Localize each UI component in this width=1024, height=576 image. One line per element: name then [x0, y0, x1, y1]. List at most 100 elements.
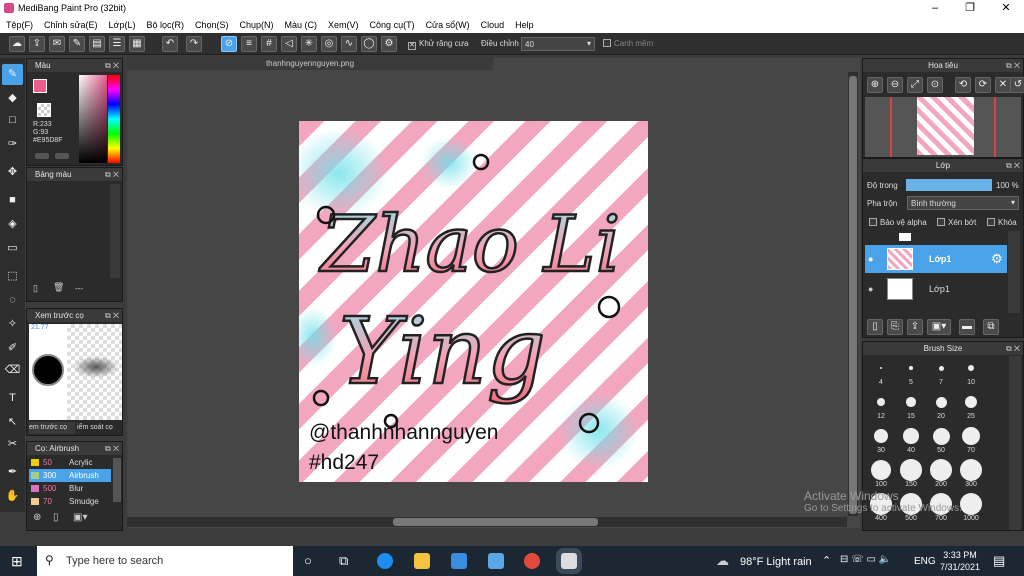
windows-start-icon[interactable]: ⊞ [11, 553, 23, 570]
brush-size-option[interactable]: 150 [897, 458, 925, 491]
color-mode-button[interactable] [35, 153, 49, 159]
brush-size-option[interactable]: 4 [867, 356, 895, 389]
menu-snap[interactable]: Chụp(N) [234, 17, 279, 33]
brush-size-option[interactable]: 300 [957, 458, 985, 491]
antialias-checkbox[interactable]: ✕ Khử răng cưa [408, 39, 468, 50]
page-icon[interactable]: ▤ [89, 36, 105, 52]
divide-tool-icon[interactable]: ✂ [2, 434, 23, 455]
brush-size-option[interactable]: 5 [897, 356, 925, 389]
folder-icon[interactable]: ▬ [959, 319, 975, 335]
brush-size-option[interactable]: 70 [957, 424, 985, 457]
operation-tool-icon[interactable]: ↖ [2, 412, 23, 433]
brush-size-option[interactable]: 10 [957, 356, 985, 389]
task-view-icon[interactable]: ⧉ [339, 553, 348, 569]
layer-row[interactable]: ● Lớp1 ⚙ [865, 245, 1007, 273]
import-layer-icon[interactable]: ⇪ [907, 319, 923, 335]
bucket-tool-icon[interactable]: ◈ [2, 214, 23, 235]
comment-icon[interactable]: ✉ [49, 36, 65, 52]
circle-snap-icon[interactable]: ◎ [321, 36, 337, 52]
parallel-snap-icon[interactable]: ≡ [241, 36, 257, 52]
brush-size-option[interactable]: 200 [927, 458, 955, 491]
snap-settings-icon[interactable]: ⚙ [381, 36, 397, 52]
artwork-canvas[interactable]: Zhao Li Ying @thanhnhannguyen #hd247 [299, 121, 648, 482]
minimize-button[interactable]: – [918, 0, 952, 17]
edge-icon[interactable] [377, 553, 393, 569]
reset-view-icon[interactable]: ↺ [1010, 77, 1024, 93]
eyedrop-button[interactable] [55, 153, 69, 159]
menu-view[interactable]: Xem(V) [322, 17, 364, 33]
layer-row[interactable]: ● Lớp1 [865, 275, 1007, 303]
eyedropper-icon[interactable]: ✒ [2, 462, 23, 483]
medibang-taskbar-icon[interactable] [561, 553, 577, 569]
notification-icon[interactable]: ▤ [993, 553, 1005, 569]
horizontal-scrollbar[interactable] [127, 517, 847, 527]
comment-alt-icon[interactable]: ✎ [69, 36, 85, 52]
panel-controls-icon[interactable]: ⧉ ✕ [105, 442, 119, 455]
select-pen-icon[interactable]: ✐ [2, 338, 23, 359]
actual-size-icon[interactable]: ⊙ [927, 77, 943, 93]
brush-menu-icon[interactable]: ▣▾ [73, 512, 87, 523]
select-eraser-icon[interactable]: ⌫ [2, 360, 23, 381]
menu-edit[interactable]: Chỉnh sửa(E) [38, 17, 103, 33]
tab-preview[interactable]: em trước cọ [29, 422, 75, 434]
brush-size-option[interactable]: 12 [867, 390, 895, 423]
brush-size-scrollbar[interactable] [1009, 356, 1021, 530]
eraser-tool-icon[interactable]: ◆ [2, 88, 23, 109]
brush-size-option[interactable]: 20 [927, 390, 955, 423]
lock-checkbox[interactable]: Khóa [987, 218, 1017, 227]
add-brush-icon[interactable]: ⊕ [33, 512, 41, 523]
palette-more[interactable]: --- [75, 284, 83, 293]
brush-size-option[interactable]: 25 [957, 390, 985, 423]
brush-list-item[interactable]: 500 Blur [29, 482, 111, 495]
eye-icon[interactable]: ● [868, 284, 873, 294]
panel-controls-icon[interactable]: ⧉ ✕ [1006, 159, 1020, 172]
brush-list-scrollbar[interactable] [113, 458, 121, 502]
magic-wand-icon[interactable]: ✧ [2, 314, 23, 335]
hand-tool-icon[interactable]: ✋ [2, 486, 23, 507]
redo-icon[interactable]: ↷ [186, 36, 202, 52]
panel-controls-icon[interactable]: ⧉ ✕ [1006, 342, 1020, 355]
panel-controls-icon[interactable]: ⧉ ✕ [1006, 59, 1020, 72]
brush-list-item[interactable]: 50 Acrylic [29, 456, 111, 469]
palette-add-icon[interactable]: ▯ [33, 283, 38, 294]
weather-text[interactable]: 98°F Light rain [740, 556, 812, 568]
brush-size-option[interactable]: 100 [867, 458, 895, 491]
menu-layer[interactable]: Lớp(L) [103, 17, 141, 33]
pen-tool-icon[interactable]: ✑ [2, 134, 23, 155]
gradient-tool-icon[interactable]: ▭ [2, 238, 23, 259]
text-tool-icon[interactable]: T [2, 388, 23, 409]
panel-controls-icon[interactable]: ⧉ ✕ [105, 309, 119, 322]
soft-edge-checkbox[interactable]: Canh mềm [603, 39, 653, 48]
page-list-icon[interactable]: ☰ [109, 36, 125, 52]
undo-icon[interactable]: ↶ [162, 36, 178, 52]
blend-mode-dropdown[interactable]: Bình thường ▾ [907, 196, 1019, 210]
layer-menu-icon[interactable]: ▣▾ [927, 319, 951, 335]
document-tab[interactable]: thanhnguyennguyen.png [127, 57, 493, 70]
move-tool-icon[interactable]: ✥ [2, 162, 23, 183]
cortana-icon[interactable]: ○ [304, 553, 312, 568]
palette-scrollbar[interactable] [110, 184, 120, 278]
mail-icon[interactable] [488, 553, 504, 569]
snap-off-icon[interactable]: ⊘ [221, 36, 237, 52]
taskbar-search[interactable]: ⚲ Type here to search [37, 546, 293, 576]
protect-alpha-checkbox[interactable]: Bảo vệ alpha [869, 218, 927, 227]
brush-size-option[interactable]: 15 [897, 390, 925, 423]
select-tool-icon[interactable]: ⬚ [2, 266, 23, 287]
merge-layer-icon[interactable]: ⧉ [983, 319, 999, 335]
rotate-right-icon[interactable]: ⟳ [975, 77, 991, 93]
tray-icons[interactable]: ⊟ ☏ ▭ 🔈 [840, 554, 891, 565]
copy-layer-icon[interactable]: ⎘ [887, 319, 903, 335]
brush-list-item[interactable]: 70 Smudge [29, 495, 111, 508]
flip-icon[interactable]: ✕ [995, 77, 1011, 93]
eye-icon[interactable]: ● [868, 254, 873, 264]
hue-slider[interactable] [108, 75, 120, 163]
cross-snap-icon[interactable]: # [261, 36, 277, 52]
lasso-tool-icon[interactable]: ◌ [2, 290, 23, 311]
chrome-icon[interactable] [524, 553, 540, 569]
tray-chevron-icon[interactable]: ⌃ [822, 554, 831, 567]
menu-filter[interactable]: Bộ lọc(R) [140, 17, 189, 33]
radial-snap-icon[interactable]: ✳ [301, 36, 317, 52]
saturation-value-picker[interactable] [79, 75, 107, 163]
brush-size-option[interactable]: 50 [927, 424, 955, 457]
horizontal-scroll-thumb[interactable] [393, 518, 598, 526]
